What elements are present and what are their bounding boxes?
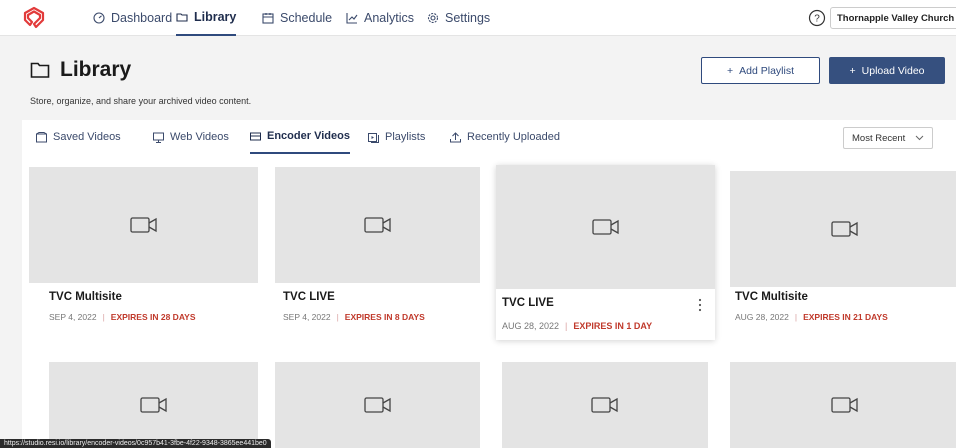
sort-value: Most Recent: [852, 132, 906, 144]
dashboard-icon: [93, 12, 105, 24]
video-card[interactable]: [502, 362, 708, 448]
library-panel: Saved Videos Web Videos Encoder Videos P…: [22, 120, 956, 448]
top-nav: Dashboard Library Schedule Analytics Set…: [0, 0, 956, 36]
nav-item-dashboard[interactable]: Dashboard: [93, 0, 172, 36]
video-title[interactable]: TVC LIVE: [283, 291, 335, 303]
svg-text:?: ?: [814, 14, 820, 25]
organization-name: Thornapple Valley Church: [837, 12, 955, 24]
video-thumbnail[interactable]: [502, 362, 708, 448]
video-card[interactable]: [275, 362, 480, 448]
nav-item-settings[interactable]: Settings: [427, 0, 490, 36]
plus-icon: +: [727, 64, 734, 77]
video-card[interactable]: TVC Multisite SEP 4, 2022 | EXPIRES IN 2…: [29, 167, 258, 327]
tab-saved-videos[interactable]: Saved Videos: [36, 120, 121, 154]
page-title: Library: [60, 58, 132, 81]
more-options-icon[interactable]: [697, 298, 703, 312]
video-card-hovered[interactable]: TVC LIVE AUG 28, 2022 | EXPIRES IN 1 DAY: [496, 165, 715, 340]
nav-item-label: Schedule: [280, 11, 333, 25]
folder-icon: [30, 62, 50, 78]
page-description: Store, organize, and share your archived…: [30, 96, 252, 106]
meta-divider: |: [336, 312, 339, 322]
video-thumbnail[interactable]: [275, 362, 480, 448]
tab-label: Recently Uploaded: [467, 131, 560, 143]
nav-item-label: Dashboard: [111, 11, 173, 25]
page-header: Library: [30, 58, 131, 82]
tab-playlists[interactable]: Playlists: [368, 120, 425, 154]
sort-select[interactable]: Most Recent: [843, 127, 933, 149]
meta-divider: |: [794, 312, 798, 322]
tab-label: Saved Videos: [53, 131, 121, 143]
video-date: AUG 28, 2022: [502, 321, 560, 331]
organization-select[interactable]: Thornapple Valley Church R: [830, 7, 956, 29]
saved-videos-icon: [36, 131, 47, 142]
upload-video-button[interactable]: + Upload Video: [829, 57, 945, 84]
gear-icon: [427, 12, 439, 24]
video-date: SEP 4, 2022: [49, 312, 97, 322]
video-card[interactable]: [49, 362, 258, 448]
video-camera-icon: [831, 397, 858, 413]
nav-item-label: Library: [194, 10, 237, 24]
video-expiry: EXPIRES IN 21 DAYS: [803, 312, 888, 322]
nav-item-label: Settings: [445, 11, 491, 25]
status-bar-url: https://studio.resi.io/library/encoder-v…: [0, 439, 271, 448]
nav-item-label: Analytics: [364, 11, 415, 25]
video-expiry: EXPIRES IN 1 DAY: [573, 321, 653, 331]
video-card[interactable]: TVC Multisite AUG 28, 2022 | EXPIRES IN …: [730, 171, 956, 331]
calendar-icon: [262, 13, 274, 24]
encoder-icon: [250, 132, 261, 140]
video-card[interactable]: [730, 362, 956, 448]
nav-item-library[interactable]: Library: [176, 0, 237, 36]
video-expiry: EXPIRES IN 8 DAYS: [344, 312, 425, 322]
tab-label: Playlists: [385, 131, 426, 143]
tab-recently-uploaded[interactable]: Recently Uploaded: [450, 120, 560, 154]
add-playlist-button[interactable]: + Add Playlist: [701, 57, 820, 84]
video-thumbnail[interactable]: [49, 362, 258, 448]
video-card[interactable]: TVC LIVE SEP 4, 2022 | EXPIRES IN 8 DAYS: [275, 167, 480, 327]
plus-icon: +: [849, 64, 856, 77]
video-camera-icon: [363, 397, 391, 413]
meta-divider: |: [565, 321, 568, 331]
video-camera-icon: [591, 397, 618, 413]
upload-video-label: Upload Video: [861, 64, 925, 77]
video-title[interactable]: TVC Multisite: [49, 291, 122, 303]
video-date: SEP 4, 2022: [283, 312, 331, 322]
video-camera-icon: [129, 217, 157, 233]
video-camera-icon: [139, 397, 167, 413]
tab-label: Web Videos: [170, 131, 229, 143]
video-title[interactable]: TVC Multisite: [735, 291, 808, 303]
video-camera-icon: [363, 217, 391, 233]
video-thumbnail[interactable]: [496, 165, 715, 289]
chevron-down-icon: [915, 135, 924, 141]
resi-logo-icon[interactable]: [22, 6, 46, 30]
video-title[interactable]: TVC LIVE: [502, 297, 554, 309]
video-camera-icon: [591, 219, 619, 235]
playlist-icon: [368, 132, 379, 143]
tab-encoder-videos[interactable]: Encoder Videos: [250, 120, 350, 154]
add-playlist-label: Add Playlist: [739, 64, 794, 77]
video-expiry: EXPIRES IN 28 DAYS: [110, 312, 196, 322]
video-camera-icon: [831, 221, 858, 237]
video-date: AUG 28, 2022: [735, 312, 789, 322]
chart-icon: [346, 13, 358, 24]
tab-label: Encoder Videos: [267, 130, 350, 142]
video-thumbnail[interactable]: [29, 167, 258, 283]
video-thumbnail[interactable]: [275, 167, 480, 283]
nav-item-analytics[interactable]: Analytics: [346, 0, 414, 36]
video-meta: AUG 28, 2022 | EXPIRES IN 21 DAYS: [735, 312, 888, 322]
monitor-icon: [153, 132, 164, 143]
video-meta: SEP 4, 2022 | EXPIRES IN 28 DAYS: [49, 312, 196, 322]
tab-web-videos[interactable]: Web Videos: [153, 120, 229, 154]
folder-icon: [176, 13, 188, 22]
video-meta: SEP 4, 2022 | EXPIRES IN 8 DAYS: [283, 312, 425, 322]
meta-divider: |: [102, 312, 105, 322]
video-meta: AUG 28, 2022 | EXPIRES IN 1 DAY: [502, 321, 652, 331]
nav-item-schedule[interactable]: Schedule: [262, 0, 332, 36]
video-thumbnail[interactable]: [730, 171, 956, 287]
video-thumbnail[interactable]: [730, 362, 956, 448]
upload-icon: [450, 131, 461, 142]
help-icon[interactable]: ?: [808, 9, 826, 27]
